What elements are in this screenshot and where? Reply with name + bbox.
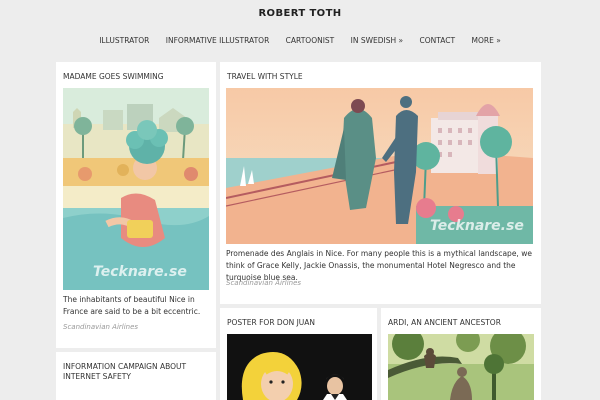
nav-item-cartoonist[interactable]: CARTOONIST — [286, 36, 335, 45]
nav-item-illustrator[interactable]: ILLUSTRATOR — [99, 36, 149, 45]
illustration-art — [63, 88, 209, 290]
watermark: Tecknare.se — [93, 264, 187, 280]
illustration-madame-swimming[interactable]: Tecknare.se — [63, 88, 209, 290]
nav-item-more[interactable]: MORE » — [472, 36, 501, 45]
card-title[interactable]: ARDI, AN ANCIENT ANCESTOR — [388, 318, 501, 328]
illustration-art — [388, 334, 534, 400]
illustration-travel-with-style[interactable]: Tecknare.se — [226, 88, 533, 244]
card-title[interactable]: INFORMATION CAMPAIGN ABOUT INTERNET SAFE… — [63, 362, 203, 382]
watermark: Tecknare.se — [430, 218, 524, 234]
card-title[interactable]: TRAVEL WITH STYLE — [227, 72, 303, 82]
main-nav: ILLUSTRATOR INFORMATIVE ILLUSTRATOR CART… — [0, 36, 600, 45]
illustration-don-juan-poster[interactable] — [227, 334, 372, 400]
card-ardi-ancient-ancestor: ARDI, AN ANCIENT ANCESTOR — [381, 308, 541, 400]
card-poster-for-don-juan: POSTER FOR DON JUAN — [220, 308, 377, 400]
card-source: Scandinavian Airlines — [226, 279, 302, 287]
card-title[interactable]: POSTER FOR DON JUAN — [227, 318, 315, 328]
site-title[interactable]: ROBERT TOTH — [0, 8, 600, 19]
card-title[interactable]: MADAME GOES SWIMMING — [63, 72, 164, 82]
nav-item-in-swedish[interactable]: IN SWEDISH » — [351, 36, 403, 45]
nav-item-informative-illustrator[interactable]: INFORMATIVE ILLUSTRATOR — [166, 36, 270, 45]
card-description: The inhabitants of beautiful Nice in Fra… — [63, 295, 201, 316]
card-travel-with-style: TRAVEL WITH STYLE Tecknare.se Promenade … — [220, 62, 541, 304]
card-internet-safety-campaign: INFORMATION CAMPAIGN ABOUT INTERNET SAFE… — [56, 352, 216, 400]
illustration-art — [227, 334, 372, 400]
nav-item-contact[interactable]: CONTACT — [420, 36, 456, 45]
card-source: Scandinavian Airlines — [63, 323, 139, 331]
illustration-ardi[interactable] — [388, 334, 534, 400]
card-madame-goes-swimming: MADAME GOES SWIMMING Tecknare.se The inh… — [56, 62, 216, 348]
